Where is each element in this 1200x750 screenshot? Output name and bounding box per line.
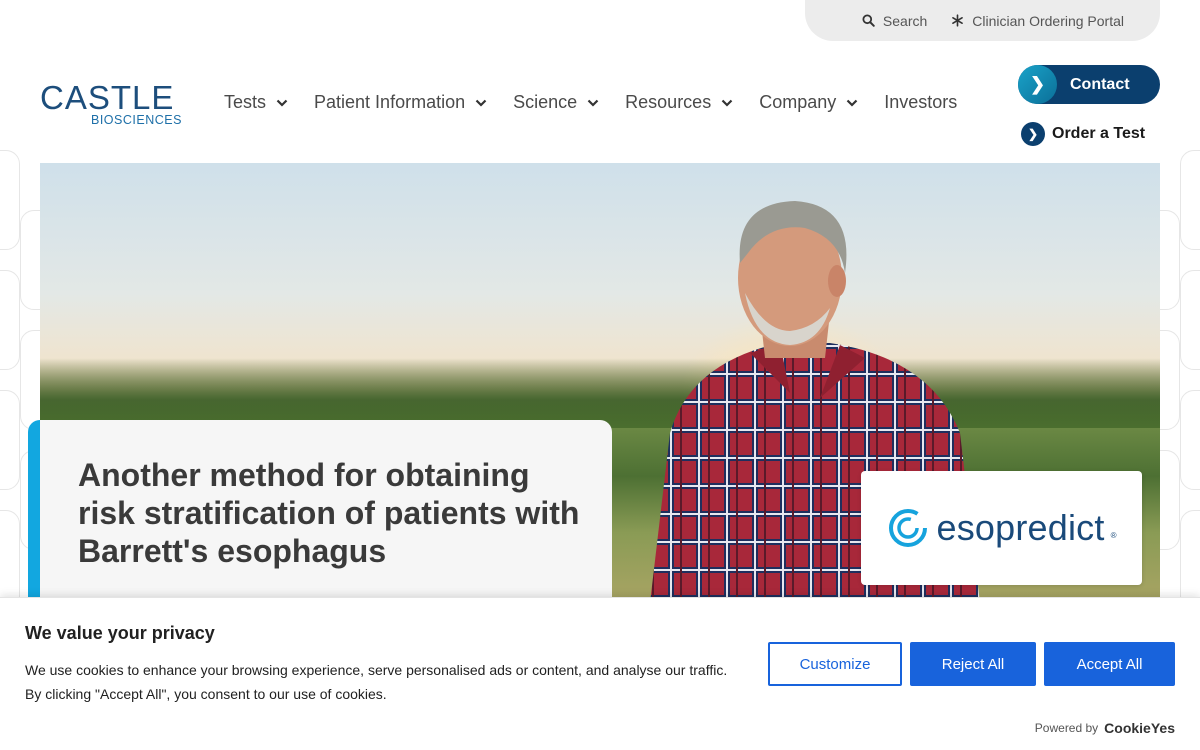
nav-item-company[interactable]: Company <box>759 92 858 113</box>
contact-label: Contact <box>1070 75 1130 93</box>
logo-main-text: CASTLE <box>40 79 175 116</box>
chevron-right-icon: ❯ <box>1021 122 1045 146</box>
clinician-portal-link[interactable]: Clinician Ordering Portal <box>951 13 1124 29</box>
esopredict-wordmark: esopredict <box>936 507 1105 548</box>
nav-label: Tests <box>224 92 267 112</box>
utility-bar: Search Clinician Ordering Portal <box>805 0 1160 41</box>
chevron-down-icon <box>276 99 288 107</box>
order-a-test-link[interactable]: ❯ Order a Test <box>1021 122 1145 146</box>
main-nav: Tests Patient Information Science Resour… <box>224 92 957 113</box>
esopredict-logo-icon <box>889 509 928 547</box>
nav-label: Investors <box>884 92 958 112</box>
cookieyes-logo: CookieYes <box>1104 720 1175 736</box>
nav-label: Science <box>513 92 578 112</box>
logo-sub-text: BIOSCIENCES <box>91 113 182 127</box>
reject-all-button[interactable]: Reject All <box>910 642 1036 686</box>
nav-item-tests[interactable]: Tests <box>224 92 288 113</box>
chevron-right-icon: ❯ <box>1018 65 1057 104</box>
cookie-title: We value your privacy <box>25 623 215 643</box>
accept-all-button[interactable]: Accept All <box>1044 642 1175 686</box>
customize-button[interactable]: Customize <box>768 642 902 686</box>
search-label: Search <box>882 12 928 29</box>
treeline <box>40 358 1160 428</box>
nav-label: Company <box>759 92 837 112</box>
hero-title: Another method for obtaining risk strati… <box>78 457 580 569</box>
esopredict-logo-card: esopredict ® <box>861 471 1142 585</box>
asterisk-icon <box>952 14 964 27</box>
chevron-down-icon <box>475 99 487 107</box>
nav-item-investors[interactable]: Investors <box>884 92 957 113</box>
search-link[interactable]: Search <box>862 13 927 29</box>
nav-item-patient-information[interactable]: Patient Information <box>314 92 487 113</box>
nav-label: Patient Information <box>314 92 466 112</box>
chevron-down-icon <box>587 99 599 107</box>
hero-text-card: Another method for obtaining risk strati… <box>28 420 612 610</box>
cookie-consent-banner: We value your privacy We use cookies to … <box>0 597 1200 750</box>
contact-button[interactable]: ❯ Contact <box>1018 65 1160 104</box>
page: Search Clinician Ordering Portal CASTLE … <box>0 0 1200 750</box>
right-pattern-decoration <box>1160 150 1200 600</box>
nav-label: Resources <box>625 92 712 112</box>
clinician-portal-label: Clinician Ordering Portal <box>972 12 1124 29</box>
powered-by-label: Powered by <box>1034 721 1099 735</box>
search-icon <box>862 14 875 27</box>
castle-biosciences-logo[interactable]: CASTLE BIOSCIENCES <box>40 79 185 129</box>
chevron-down-icon <box>846 99 858 107</box>
nav-item-science[interactable]: Science <box>513 92 599 113</box>
powered-by-cookieyes[interactable]: Powered by CookieYes <box>1035 720 1175 736</box>
registered-mark: ® <box>1110 530 1117 540</box>
cookie-description: We use cookies to enhance your browsing … <box>25 662 728 702</box>
order-a-test-label: Order a Test <box>1052 125 1146 142</box>
chevron-down-icon <box>721 99 733 107</box>
nav-item-resources[interactable]: Resources <box>625 92 733 113</box>
